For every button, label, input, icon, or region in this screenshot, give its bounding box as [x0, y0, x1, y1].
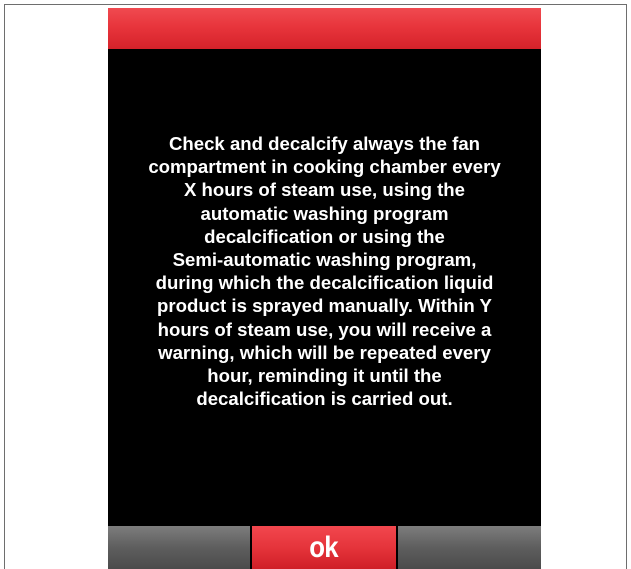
message-line: X hours of steam use, using the: [183, 179, 466, 201]
message-line: during which the decalcification liquid: [155, 272, 494, 294]
ok-button[interactable]: ok: [252, 526, 396, 569]
message-line: hour, reminding it until the: [207, 365, 442, 387]
ok-button-label: ok: [309, 531, 339, 564]
message-line: decalcification is carried out.: [196, 388, 453, 410]
message-line: automatic washing program: [200, 202, 449, 224]
warning-message: Check and decalcify always the fan compa…: [116, 132, 533, 410]
message-line: Check and decalcify always the fan: [168, 133, 481, 154]
message-line: Semi-automatic washing program,: [172, 249, 477, 271]
message-line: warning, which will be repeated every: [158, 341, 491, 363]
message-line: hours of steam use, you will receive a: [157, 318, 492, 340]
message-line: product is sprayed manually. Within Y: [157, 295, 492, 317]
message-line: compartment in cooking chamber every: [148, 156, 501, 178]
footer-right-button-blank: [398, 526, 541, 569]
device-screen: Check and decalcify always the fan compa…: [108, 8, 541, 569]
header-bar: [108, 8, 541, 49]
footer-left-button-blank: [108, 526, 250, 569]
footer-bar: ok: [108, 526, 541, 569]
message-line: decalcification or using the: [204, 225, 445, 247]
